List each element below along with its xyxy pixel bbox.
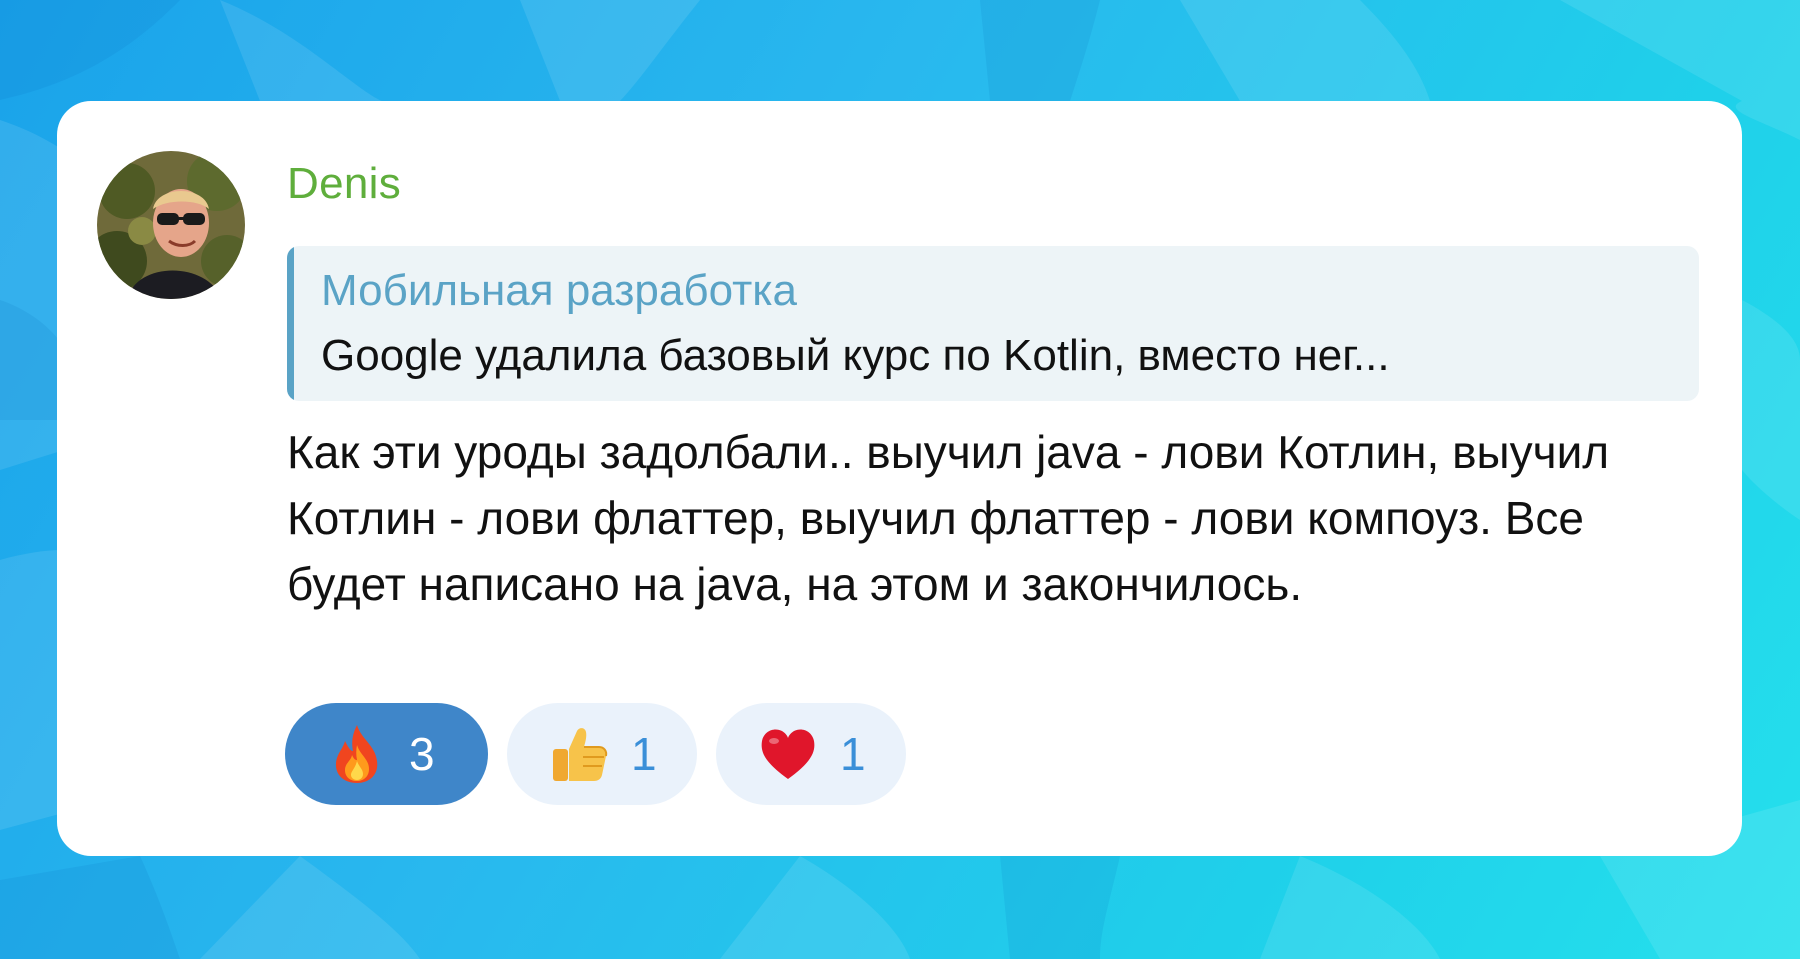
- message-card: Denis Мобильная разработка Google удалил…: [57, 101, 1742, 856]
- reaction-heart-count: 1: [840, 728, 866, 780]
- thumbs-up-icon: [553, 728, 608, 781]
- message-text: Как эти уроды задолбали.. выучил java - …: [287, 426, 1610, 610]
- fire-icon: [335, 725, 378, 783]
- avatar[interactable]: [97, 151, 245, 299]
- reaction-fire[interactable]: 3: [285, 703, 488, 805]
- author-name[interactable]: Denis: [287, 159, 401, 209]
- reply-accent-bar: [287, 246, 294, 401]
- reply-title: Мобильная разработка: [321, 266, 797, 315]
- reaction-fire-count: 3: [409, 728, 435, 780]
- reaction-thumbs-up-count: 1: [631, 728, 657, 780]
- reply-text: Google удалила базовый курс по Kotlin, в…: [321, 331, 1390, 380]
- heart-icon: [761, 729, 815, 779]
- reply-quote[interactable]: Мобильная разработка Google удалила базо…: [287, 246, 1699, 401]
- reaction-heart[interactable]: 1: [716, 703, 906, 805]
- avatar-photo: [97, 151, 245, 299]
- reaction-thumbs-up[interactable]: 1: [507, 703, 697, 805]
